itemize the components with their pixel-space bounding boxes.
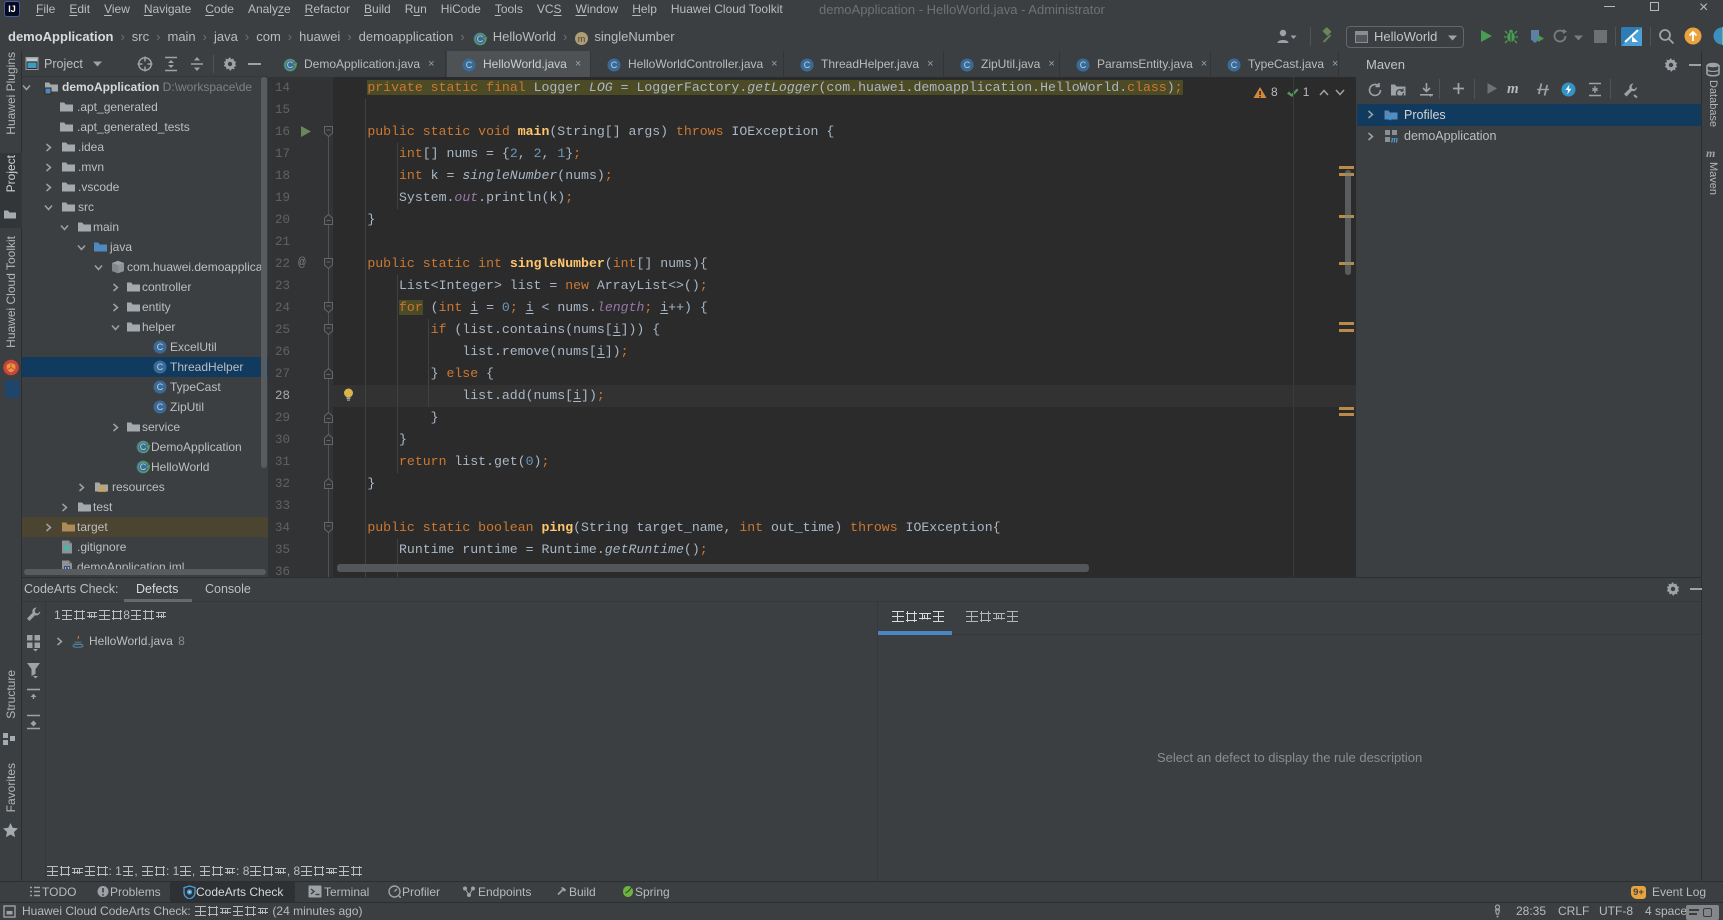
svg-text:C: C	[157, 342, 164, 352]
svg-text:C: C	[611, 60, 618, 70]
svg-text:C: C	[157, 382, 164, 392]
svg-text:m: m	[1391, 135, 1398, 145]
svg-text:C: C	[157, 402, 164, 412]
svg-text:C: C	[476, 34, 483, 44]
svg-text:m: m	[578, 34, 586, 44]
svg-text:C: C	[1231, 60, 1238, 70]
svg-text:C: C	[140, 442, 147, 452]
svg-text:C: C	[1080, 60, 1087, 70]
svg-text:C: C	[804, 60, 811, 70]
svg-text:C: C	[157, 362, 164, 372]
svg-text:C: C	[287, 60, 294, 70]
svg-text:C: C	[140, 462, 147, 472]
svg-text:C: C	[964, 60, 971, 70]
svg-text:C: C	[466, 60, 473, 70]
